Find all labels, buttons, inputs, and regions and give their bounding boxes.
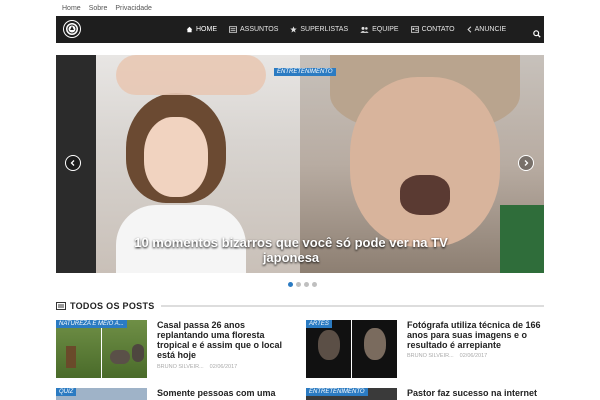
post-title[interactable]: Pastor faz sucesso na internet [407, 388, 547, 398]
post-card[interactable]: ENTRETENIMENTO Pastor faz sucesso na int… [306, 388, 546, 400]
top-links-bar: Home Sobre Privacidade [0, 0, 600, 16]
nav-item-home[interactable]: Home [180, 16, 223, 43]
post-category-badge[interactable]: ENTRETENIMENTO [306, 388, 368, 396]
nav-item-label: Home [196, 26, 217, 33]
list-icon [229, 26, 237, 33]
nav-item-superlistas[interactable]: Superlistas [284, 16, 354, 43]
post-card[interactable]: ARTES Fotógrafa utiliza técnica de 166 a… [306, 320, 546, 380]
slider-pagination [288, 282, 317, 287]
chevron-left-icon [466, 26, 471, 33]
top-link-sobre[interactable]: Sobre [89, 5, 108, 12]
top-link-home[interactable]: Home [62, 5, 81, 12]
post-title[interactable]: Casal passa 26 anos replantando uma flor… [157, 320, 297, 360]
chevron-left-icon [70, 160, 75, 166]
nav-item-label: Assuntos [240, 26, 279, 33]
top-links: Home Sobre Privacidade [62, 5, 152, 12]
slide-category-badge[interactable]: Entretenimento [274, 68, 336, 76]
users-icon [360, 26, 369, 33]
crest-icon [67, 24, 77, 34]
nav-item-anuncie[interactable]: Anuncie [461, 16, 513, 43]
post-meta: BRUNO SILVEIR... 02/06/2017 [407, 353, 487, 359]
post-thumbnail[interactable] [306, 320, 397, 378]
top-link-privacidade[interactable]: Privacidade [115, 5, 152, 12]
nav-item-equipe[interactable]: Equipe [354, 16, 404, 43]
home-icon [186, 26, 193, 33]
nav-item-label: Anuncie [474, 26, 507, 33]
section-divider [160, 305, 544, 307]
slider-next-button[interactable] [518, 155, 534, 171]
post-title[interactable]: Somente pessoas com uma [157, 388, 297, 398]
slide-title[interactable]: 10 momentos bizarros que você só pode ve… [126, 235, 456, 265]
nav-menu: Home Assuntos Superlistas Equipe Contato… [180, 16, 512, 43]
site-logo[interactable] [64, 21, 80, 37]
nav-item-label: Equipe [372, 26, 399, 33]
search-icon [533, 30, 541, 38]
star-icon [290, 26, 298, 33]
post-author[interactable]: BRUNO SILVEIR... [157, 364, 204, 370]
post-category-badge[interactable]: QUIZ [56, 388, 77, 396]
section-title: TODOS OS POSTS [70, 301, 155, 311]
main-navbar: Home Assuntos Superlistas Equipe Contato… [56, 16, 544, 43]
nav-item-assuntos[interactable]: Assuntos [223, 16, 284, 43]
post-card[interactable]: NATUREZA E MEIO A... Casal passa 26 anos… [56, 320, 296, 380]
section-header: TODOS OS POSTS [56, 300, 544, 312]
post-thumbnail[interactable] [56, 320, 147, 378]
post-category-badge[interactable]: NATUREZA E MEIO A... [56, 320, 127, 328]
featured-slider[interactable]: Entretenimento 10 momentos bizarros que … [56, 55, 544, 273]
nav-item-label: Contato [421, 26, 455, 33]
search-button[interactable] [533, 25, 541, 43]
slider-dot[interactable] [304, 282, 309, 287]
nav-item-label: Superlistas [300, 26, 349, 33]
slider-prev-button[interactable] [65, 155, 81, 171]
post-author[interactable]: BRUNO SILVEIR... [407, 353, 454, 359]
post-date: 02/06/2017 [459, 353, 488, 359]
contact-icon [410, 26, 419, 33]
nav-item-contato[interactable]: Contato [405, 16, 461, 43]
post-card[interactable]: QUIZ Somente pessoas com uma [56, 388, 296, 400]
post-date: 02/06/2017 [209, 364, 238, 370]
post-category-badge[interactable]: ARTES [306, 320, 332, 328]
chevron-right-icon [524, 160, 529, 166]
list-icon [56, 302, 66, 310]
post-meta: BRUNO SILVEIR... 02/06/2017 [157, 364, 237, 370]
slider-dot[interactable] [288, 282, 293, 287]
slider-dot[interactable] [296, 282, 301, 287]
post-title[interactable]: Fotógrafa utiliza técnica de 166 anos pa… [407, 320, 545, 350]
slider-dot[interactable] [312, 282, 317, 287]
